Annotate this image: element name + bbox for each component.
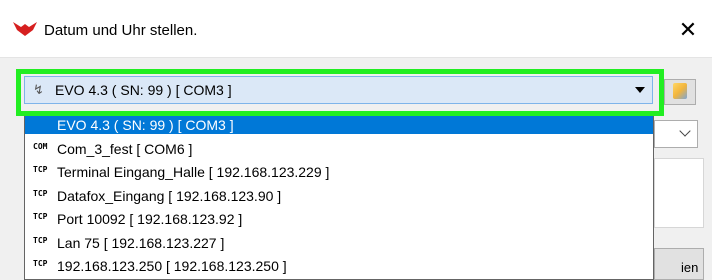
dropdown-item-label: Port 10092 [ 192.168.123.92 ]: [57, 211, 243, 227]
dropdown-arrow-icon[interactable]: [635, 87, 645, 93]
dropdown-item[interactable]: TCP Lan 75 [ 192.168.123.227 ]: [25, 232, 653, 252]
dropdown-item-label: Com_3_fest [ COM6 ]: [57, 141, 193, 157]
chevron-down-icon: [679, 125, 691, 137]
tcp-badge-icon: TCP: [33, 165, 48, 174]
dropdown-item[interactable]: TCP 192.168.123.250 [ 192.168.123.250 ]: [25, 255, 653, 275]
side-button[interactable]: ien: [654, 248, 704, 280]
dropdown-item-label: Datafox_Eingang [ 192.168.123.90 ]: [57, 188, 282, 204]
device-dropdown-list[interactable]: EVO 4.3 ( SN: 99 ) [ COM3 ] COM Com_3_fest…: [24, 113, 654, 280]
tcp-badge-icon: TCP: [33, 259, 48, 268]
tcp-badge-icon: TCP: [33, 212, 48, 221]
device-select[interactable]: ↯ EVO 4.3 ( SN: 99 ) [ COM3 ]: [24, 76, 653, 104]
dropdown-item[interactable]: TCP Port 10092 [ 192.168.123.92 ]: [25, 208, 653, 228]
dropdown-item[interactable]: TCP Terminal Eingang_Halle [ 192.168.123.…: [25, 161, 653, 181]
search-device-button[interactable]: [664, 79, 696, 105]
side-panel: [654, 158, 704, 228]
dropdown-item[interactable]: TCP Datafox_Eingang [ 192.168.123.90 ]: [25, 185, 653, 205]
com-badge-icon: COM: [33, 142, 48, 151]
title-bar: Datum und Uhr stellen. ✕: [0, 0, 712, 50]
dropdown-item-label: 192.168.123.250 [ 192.168.123.250 ]: [57, 258, 287, 274]
device-select-value: EVO 4.3 ( SN: 99 ) [ COM3 ]: [55, 82, 232, 98]
red-heart-logo-icon: [13, 22, 37, 36]
search-device-icon: [673, 83, 687, 99]
dropdown-item-label: EVO 4.3 ( SN: 99 ) [ COM3 ]: [57, 117, 234, 133]
secondary-select[interactable]: [654, 120, 698, 148]
dropdown-item[interactable]: COM Com_3_fest [ COM6 ]: [25, 138, 653, 158]
window-title: Datum und Uhr stellen.: [44, 22, 198, 39]
usb-icon: ↯: [33, 82, 44, 97]
close-icon[interactable]: ✕: [676, 18, 700, 42]
dropdown-item-label: Terminal Eingang_Halle [ 192.168.123.229…: [57, 164, 330, 180]
dropdown-item-label: Lan 75 [ 192.168.123.227 ]: [57, 235, 225, 251]
tcp-badge-icon: TCP: [33, 236, 48, 245]
dropdown-item[interactable]: EVO 4.3 ( SN: 99 ) [ COM3 ]: [25, 114, 653, 134]
side-button-label: ien: [681, 260, 699, 275]
tcp-badge-icon: TCP: [33, 189, 48, 198]
